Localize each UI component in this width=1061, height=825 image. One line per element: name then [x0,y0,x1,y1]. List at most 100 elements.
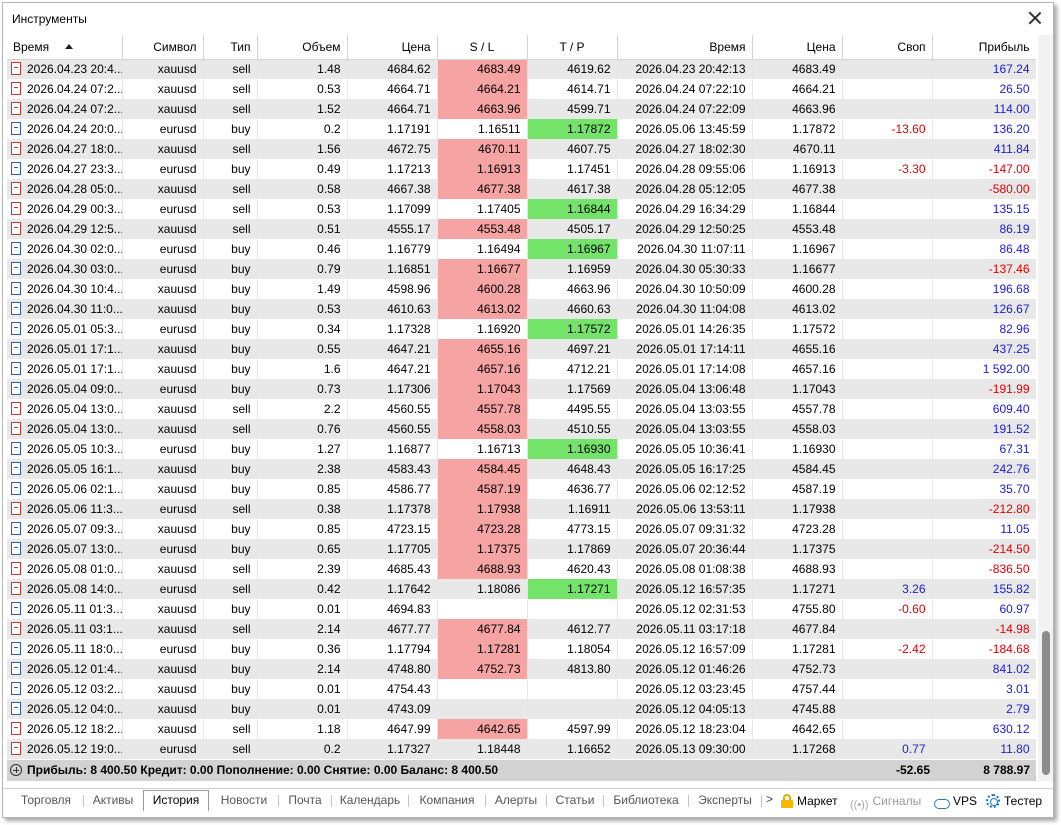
cell-close-price: 1.17271 [752,579,843,599]
cell-type-text: buy [231,662,251,676]
cell-open-price: 1.17378 [347,499,438,519]
cell-tp-text: 4607.75 [567,142,611,156]
tab-news[interactable]: Новости [211,791,277,811]
column-header-swap[interactable]: Своп [842,35,933,60]
table-row[interactable]: 2026.04.30 03:0... eurusd buy 0.79 1.16851 1.… [7,259,1036,279]
cell-close-time: 2026.04.24 07:22:09 [617,99,753,119]
table-row[interactable]: 2026.05.08 14:0... eurusd sell 0.42 1.17642 1… [7,579,1036,599]
cell-symbol: eurusd [122,119,204,139]
table-row[interactable]: 2026.05.04 13:0... xauusd sell 0.76 4560.55 4… [7,419,1036,439]
cell-close-time: 2026.04.30 10:50:09 [617,279,753,299]
table-row[interactable]: 2026.05.12 18:2... xauusd sell 1.18 4647.99 4… [7,719,1036,739]
cell-volume: 1.48 [257,59,348,79]
table-row[interactable]: 2026.04.29 00:3... eurusd sell 0.53 1.17099 1… [7,199,1036,219]
table-row[interactable]: 2026.04.28 05:0... xauusd sell 0.58 4667.38 4… [7,179,1036,199]
table-row[interactable]: 2026.05.12 04:0... xauusd buy 0.01 4743.09 20… [7,699,1036,719]
column-header-volume[interactable]: Объем [257,35,348,60]
table-row[interactable]: 2026.05.05 10:3... eurusd buy 1.27 1.16877 1.… [7,439,1036,459]
table-row[interactable]: 2026.05.04 09:0... eurusd buy 0.73 1.17306 1.… [7,379,1036,399]
table-row[interactable]: 2026.05.08 01:0... xauusd sell 2.39 4685.43 4… [7,559,1036,579]
table-row[interactable]: 2026.04.24 07:2... xauusd sell 0.53 4664.71 4… [7,79,1036,99]
signals-button[interactable]: ((•)) Сигналы [850,793,921,811]
cell-close-price-text: 1.16677 [792,262,836,276]
table-row[interactable]: 2026.05.01 17:1... xauusd buy 0.55 4647.21 46… [7,339,1036,359]
table-row[interactable]: 2026.04.30 11:0... xauusd buy 0.53 4610.63 46… [7,299,1036,319]
cell-type-text: sell [232,82,251,96]
close-icon[interactable] [1027,10,1043,26]
cell-close-time-text: 2026.04.23 20:42:13 [635,62,746,77]
table-row[interactable]: 2026.05.01 17:1... xauusd buy 1.6 4647.21 465… [7,359,1036,379]
scrollbar-thumb[interactable] [1042,631,1050,775]
cell-type: sell [203,739,258,759]
tab-history[interactable]: История [143,790,209,812]
column-header-profit[interactable]: Прибыль [932,35,1036,60]
column-header-type[interactable]: Тип [203,35,258,60]
table-row[interactable]: 2026.04.30 10:4... xauusd buy 1.49 4598.96 46… [7,279,1036,299]
column-header-close-time[interactable]: Время [617,35,753,60]
table-row[interactable]: 2026.05.04 13:0... xauusd sell 2.2 4560.55 45… [7,399,1036,419]
column-header-close-price[interactable]: Цена [752,35,843,60]
table-row[interactable]: 2026.05.06 11:3... eurusd sell 0.38 1.17378 1… [7,499,1036,519]
column-header-symbol[interactable]: Символ [122,35,204,60]
buy-deal-icon [11,122,21,135]
tab-library[interactable]: Библиотека [605,791,687,811]
expand-plus-icon[interactable] [10,764,22,776]
cell-type: sell [203,399,258,419]
table-row[interactable]: 2026.04.30 02:0... eurusd buy 0.46 1.16779 1.… [7,239,1036,259]
table-row[interactable]: 2026.05.07 09:3... xauusd buy 0.85 4723.15 47… [7,519,1036,539]
column-header-sl[interactable]: S / L [437,35,528,60]
tab-assets[interactable]: Активы [85,791,141,811]
table-row[interactable]: 2026.05.11 18:0... eurusd buy 0.36 1.17794 1.… [7,639,1036,659]
table-row[interactable]: 2026.05.11 03:1... xauusd sell 2.14 4677.77 4… [7,619,1036,639]
tab-experts[interactable]: Эксперты [690,791,760,811]
cell-type-text: buy [231,382,251,396]
column-header-open-time[interactable]: Время [7,35,123,60]
cell-close-price: 4584.45 [752,459,843,479]
cell-profit: -836.50 [932,559,1036,579]
tab-trading[interactable]: Торговля [11,791,81,811]
tab-mail[interactable]: Почта [280,791,330,811]
cell-sl: 4642.65 [437,719,528,739]
table-row[interactable]: 2026.04.27 23:3... eurusd buy 0.49 1.17213 1.… [7,159,1036,179]
table-row[interactable]: 2026.04.24 20:0... eurusd buy 0.2 1.17191 1.1… [7,119,1036,139]
vertical-scrollbar[interactable] [1038,35,1053,781]
market-button[interactable]: Маркет [781,793,838,811]
table-row[interactable]: 2026.04.23 20:4... xauusd sell 1.48 4684.62 4… [7,59,1036,79]
table-row[interactable]: 2026.05.07 13:0... eurusd buy 0.65 1.17705 1.… [7,539,1036,559]
cell-close-price-text: 1.17375 [792,542,836,556]
table-row[interactable]: 2026.04.29 12:5... xauusd sell 0.51 4555.17 4… [7,219,1036,239]
cell-profit: 2.79 [932,699,1036,719]
cell-volume: 0.34 [257,319,348,339]
cell-volume-text: 1.56 [317,142,341,156]
column-header-tp[interactable]: T / P [527,35,618,60]
cell-volume: 0.76 [257,419,348,439]
tester-label: Тестер [1004,794,1043,808]
tab-alerts[interactable]: Алерты [487,791,545,811]
cell-volume: 0.2 [257,119,348,139]
table-row[interactable]: 2026.04.27 18:0... xauusd sell 1.56 4672.75 4… [7,139,1036,159]
cell-open-time: 2026.04.27 18:0... [7,139,123,159]
tabs-more-chevron-icon[interactable]: > [766,792,773,806]
cell-open-price-text: 4583.43 [387,462,431,476]
table-row[interactable]: 2026.05.12 03:2... xauusd buy 0.01 4754.43 20… [7,679,1036,699]
table-row[interactable]: 2026.05.05 16:1... xauusd buy 2.38 4583.43 45… [7,459,1036,479]
table-row[interactable]: 2026.05.12 01:4... xauusd buy 2.14 4748.80 47… [7,659,1036,679]
tab-company[interactable]: Компания [410,791,484,811]
table-row[interactable]: 2026.05.11 01:3... xauusd buy 0.01 4694.83 20… [7,599,1036,619]
tester-button[interactable]: Тестер [986,793,1042,811]
table-row[interactable]: 2026.04.24 07:2... xauusd sell 1.52 4664.71 4… [7,99,1036,119]
table-row[interactable]: 2026.05.01 05:3... eurusd buy 0.34 1.17328 1.… [7,319,1036,339]
table-row[interactable]: 2026.05.06 02:1... xauusd buy 0.85 4586.77 45… [7,479,1036,499]
tab-articles[interactable]: Статьи [548,791,602,811]
table-row[interactable]: 2026.05.12 19:0... eurusd sell 0.2 1.17327 1.… [7,739,1036,759]
cell-symbol-text: xauusd [157,302,197,316]
column-header-open-price[interactable]: Цена [347,35,438,60]
cell-open-price-text: 1.16851 [387,262,431,276]
vps-button[interactable]: VPS [933,793,977,811]
cell-swap [842,699,933,719]
tab-calendar[interactable]: Календарь [333,791,407,811]
cell-profit: 82.96 [932,319,1036,339]
cell-sl-text: 1.16511 [478,122,521,136]
cell-swap [842,339,933,359]
sell-deal-icon [11,82,21,95]
